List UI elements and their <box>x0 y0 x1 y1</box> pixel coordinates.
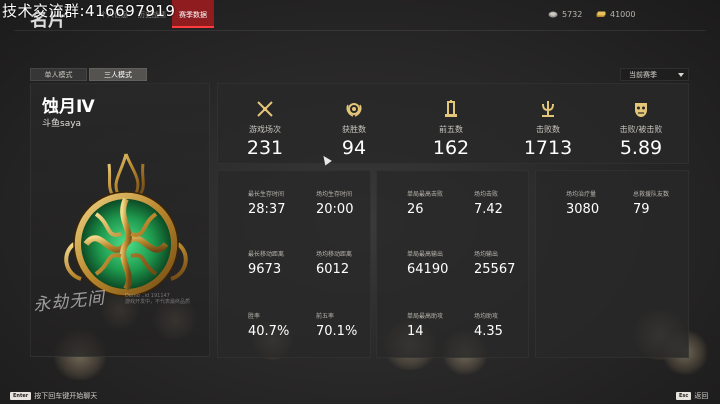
silver-currency: 5732 <box>548 10 582 19</box>
tab-season-data[interactable]: 赛季数据 <box>172 0 214 28</box>
watermark-text: 技术交流群:416697919 <box>2 2 176 20</box>
survival-stats-panel: 最长生存时间 28:37 场均生存时间 20:00 最长移动距离 9673 场均… <box>217 170 371 358</box>
summary-value: 162 <box>432 137 470 159</box>
stat-avg-assists: 场均助攻 4.35 <box>474 311 503 339</box>
stat-value: 40.7% <box>248 324 290 339</box>
stat-avg-survival: 场均生存时间 20:00 <box>316 189 353 217</box>
stat-value: 3080 <box>566 202 600 217</box>
back-hint-label: 返回 <box>694 392 709 400</box>
stat-win-rate: 胜率 40.7% <box>248 311 289 339</box>
stat-value: 9673 <box>248 262 282 277</box>
stat-value: 28:37 <box>248 202 286 217</box>
top-bar: 名片 个人信息 历史战绩 赛季数据 技术交流群:416697919 5732 4… <box>0 0 720 31</box>
summary-value: 5.89 <box>619 137 663 159</box>
chevron-down-icon <box>678 73 684 77</box>
stat-label: 场均生存时间 <box>316 191 353 198</box>
mask-icon <box>635 103 647 117</box>
stat-value: 25567 <box>474 262 516 277</box>
summary-games: 游戏场次 231 <box>218 84 312 165</box>
stat-value: 26 <box>407 202 424 217</box>
back-hint[interactable]: Esc 返回 <box>676 391 708 401</box>
stat-label: 场均输出 <box>474 251 499 258</box>
gold-coin-icon <box>596 11 606 17</box>
rank-card: 蚀月Ⅳ 斗鱼saya 永劫无间 Demo ..id 191147 游戏开发中，不… <box>30 83 210 357</box>
enter-key-icon: Enter <box>10 392 32 400</box>
summary-value: 1713 <box>523 137 573 159</box>
stat-label: 前五率 <box>316 313 335 320</box>
summary-panel: 游戏场次 231 获胜数 94 前五数 162 击败数 1713 击败/被击败 … <box>217 83 689 164</box>
player-name: 斗鱼saya <box>42 119 82 129</box>
stat-value: 70.1% <box>316 324 358 339</box>
stat-avg-damage: 场均输出 25567 <box>474 249 515 277</box>
demo-notice-line: 游戏开发中，不代表最终品质 <box>125 299 191 305</box>
stat-label: 单局最高助攻 <box>407 313 444 320</box>
summary-wins: 获胜数 94 <box>307 84 401 165</box>
stat-max-kills: 单局最高击败 26 <box>407 189 443 217</box>
stat-value: 20:00 <box>316 202 354 217</box>
rank-title: 蚀月Ⅳ <box>42 97 95 117</box>
silver-value: 5732 <box>562 10 583 19</box>
stat-value: 4.35 <box>474 324 503 339</box>
trident-icon <box>542 101 554 117</box>
summary-label: 游戏场次 <box>249 125 281 134</box>
stat-label: 场均助攻 <box>474 313 499 320</box>
stat-label: 单局最高输出 <box>407 251 444 258</box>
summary-top5: 前五数 162 <box>404 84 498 165</box>
top-divider <box>14 30 706 31</box>
summary-label: 击败数 <box>536 125 560 134</box>
stat-avg-distance: 场均移动距离 6012 <box>316 249 352 277</box>
esc-key-icon: Esc <box>676 392 692 400</box>
stat-label: 胜率 <box>248 313 261 320</box>
stat-value: 79 <box>633 202 650 217</box>
crossed-swords-icon <box>257 101 273 117</box>
tab-trio-mode[interactable]: 三人模式 <box>89 68 147 81</box>
stat-longest-distance: 最长移动距离 9673 <box>248 249 284 277</box>
tab-solo-mode[interactable]: 单人模式 <box>30 68 87 81</box>
demo-notice: Demo ..id 191147 游戏开发中，不代表最终品质 <box>125 293 190 305</box>
support-stats-panel: 场均治疗量 3080 总救援队友数 79 <box>535 170 689 358</box>
gold-value: 41000 <box>610 10 636 19</box>
stat-label: 最长生存时间 <box>248 191 285 198</box>
tower-icon <box>445 100 457 117</box>
summary-value: 231 <box>246 137 284 159</box>
stat-label: 总救援队友数 <box>633 191 670 198</box>
season-dropdown-value: 当前赛季 <box>629 71 657 79</box>
stat-longest-survival: 最长生存时间 28:37 <box>248 189 285 217</box>
summary-value: 94 <box>341 137 367 159</box>
summary-kd: 击败/被击败 5.89 <box>594 84 688 165</box>
stat-value: 6012 <box>316 262 350 277</box>
chat-hint-label: 按下回车键开始聊天 <box>34 392 98 400</box>
stat-avg-healing: 场均治疗量 3080 <box>566 189 599 217</box>
stat-avg-kills: 场均击败 7.42 <box>474 189 503 217</box>
stat-label: 场均移动距离 <box>316 251 353 258</box>
stat-max-assists: 单局最高助攻 14 <box>407 311 443 339</box>
stat-label: 场均治疗量 <box>566 191 597 198</box>
stat-label: 单局最高击败 <box>407 191 444 198</box>
season-dropdown[interactable]: 当前赛季 <box>620 68 689 81</box>
summary-kills: 击败数 1713 <box>501 84 595 165</box>
stat-max-damage: 单局最高输出 64190 <box>407 249 448 277</box>
summary-label: 击败/被击败 <box>619 125 663 134</box>
stat-label: 最长移动距离 <box>248 251 285 258</box>
summary-label: 前五数 <box>439 125 463 134</box>
combat-stats-panel: 单局最高击败 26 场均击败 7.42 单局最高输出 64190 场均输出 25… <box>376 170 529 358</box>
summary-label: 获胜数 <box>342 125 366 134</box>
silver-coin-icon <box>548 11 558 18</box>
chat-hint[interactable]: Enter 按下回车键开始聊天 <box>10 391 97 401</box>
stat-value: 7.42 <box>474 202 503 217</box>
stat-top5-rate: 前五率 70.1% <box>316 311 357 339</box>
stat-total-rescues: 总救援队友数 79 <box>633 189 669 217</box>
stat-value: 64190 <box>407 262 449 277</box>
stat-label: 场均击败 <box>474 191 499 198</box>
stat-value: 14 <box>407 324 424 339</box>
laurel-icon <box>346 103 362 117</box>
gold-currency: 41000 <box>596 10 635 19</box>
